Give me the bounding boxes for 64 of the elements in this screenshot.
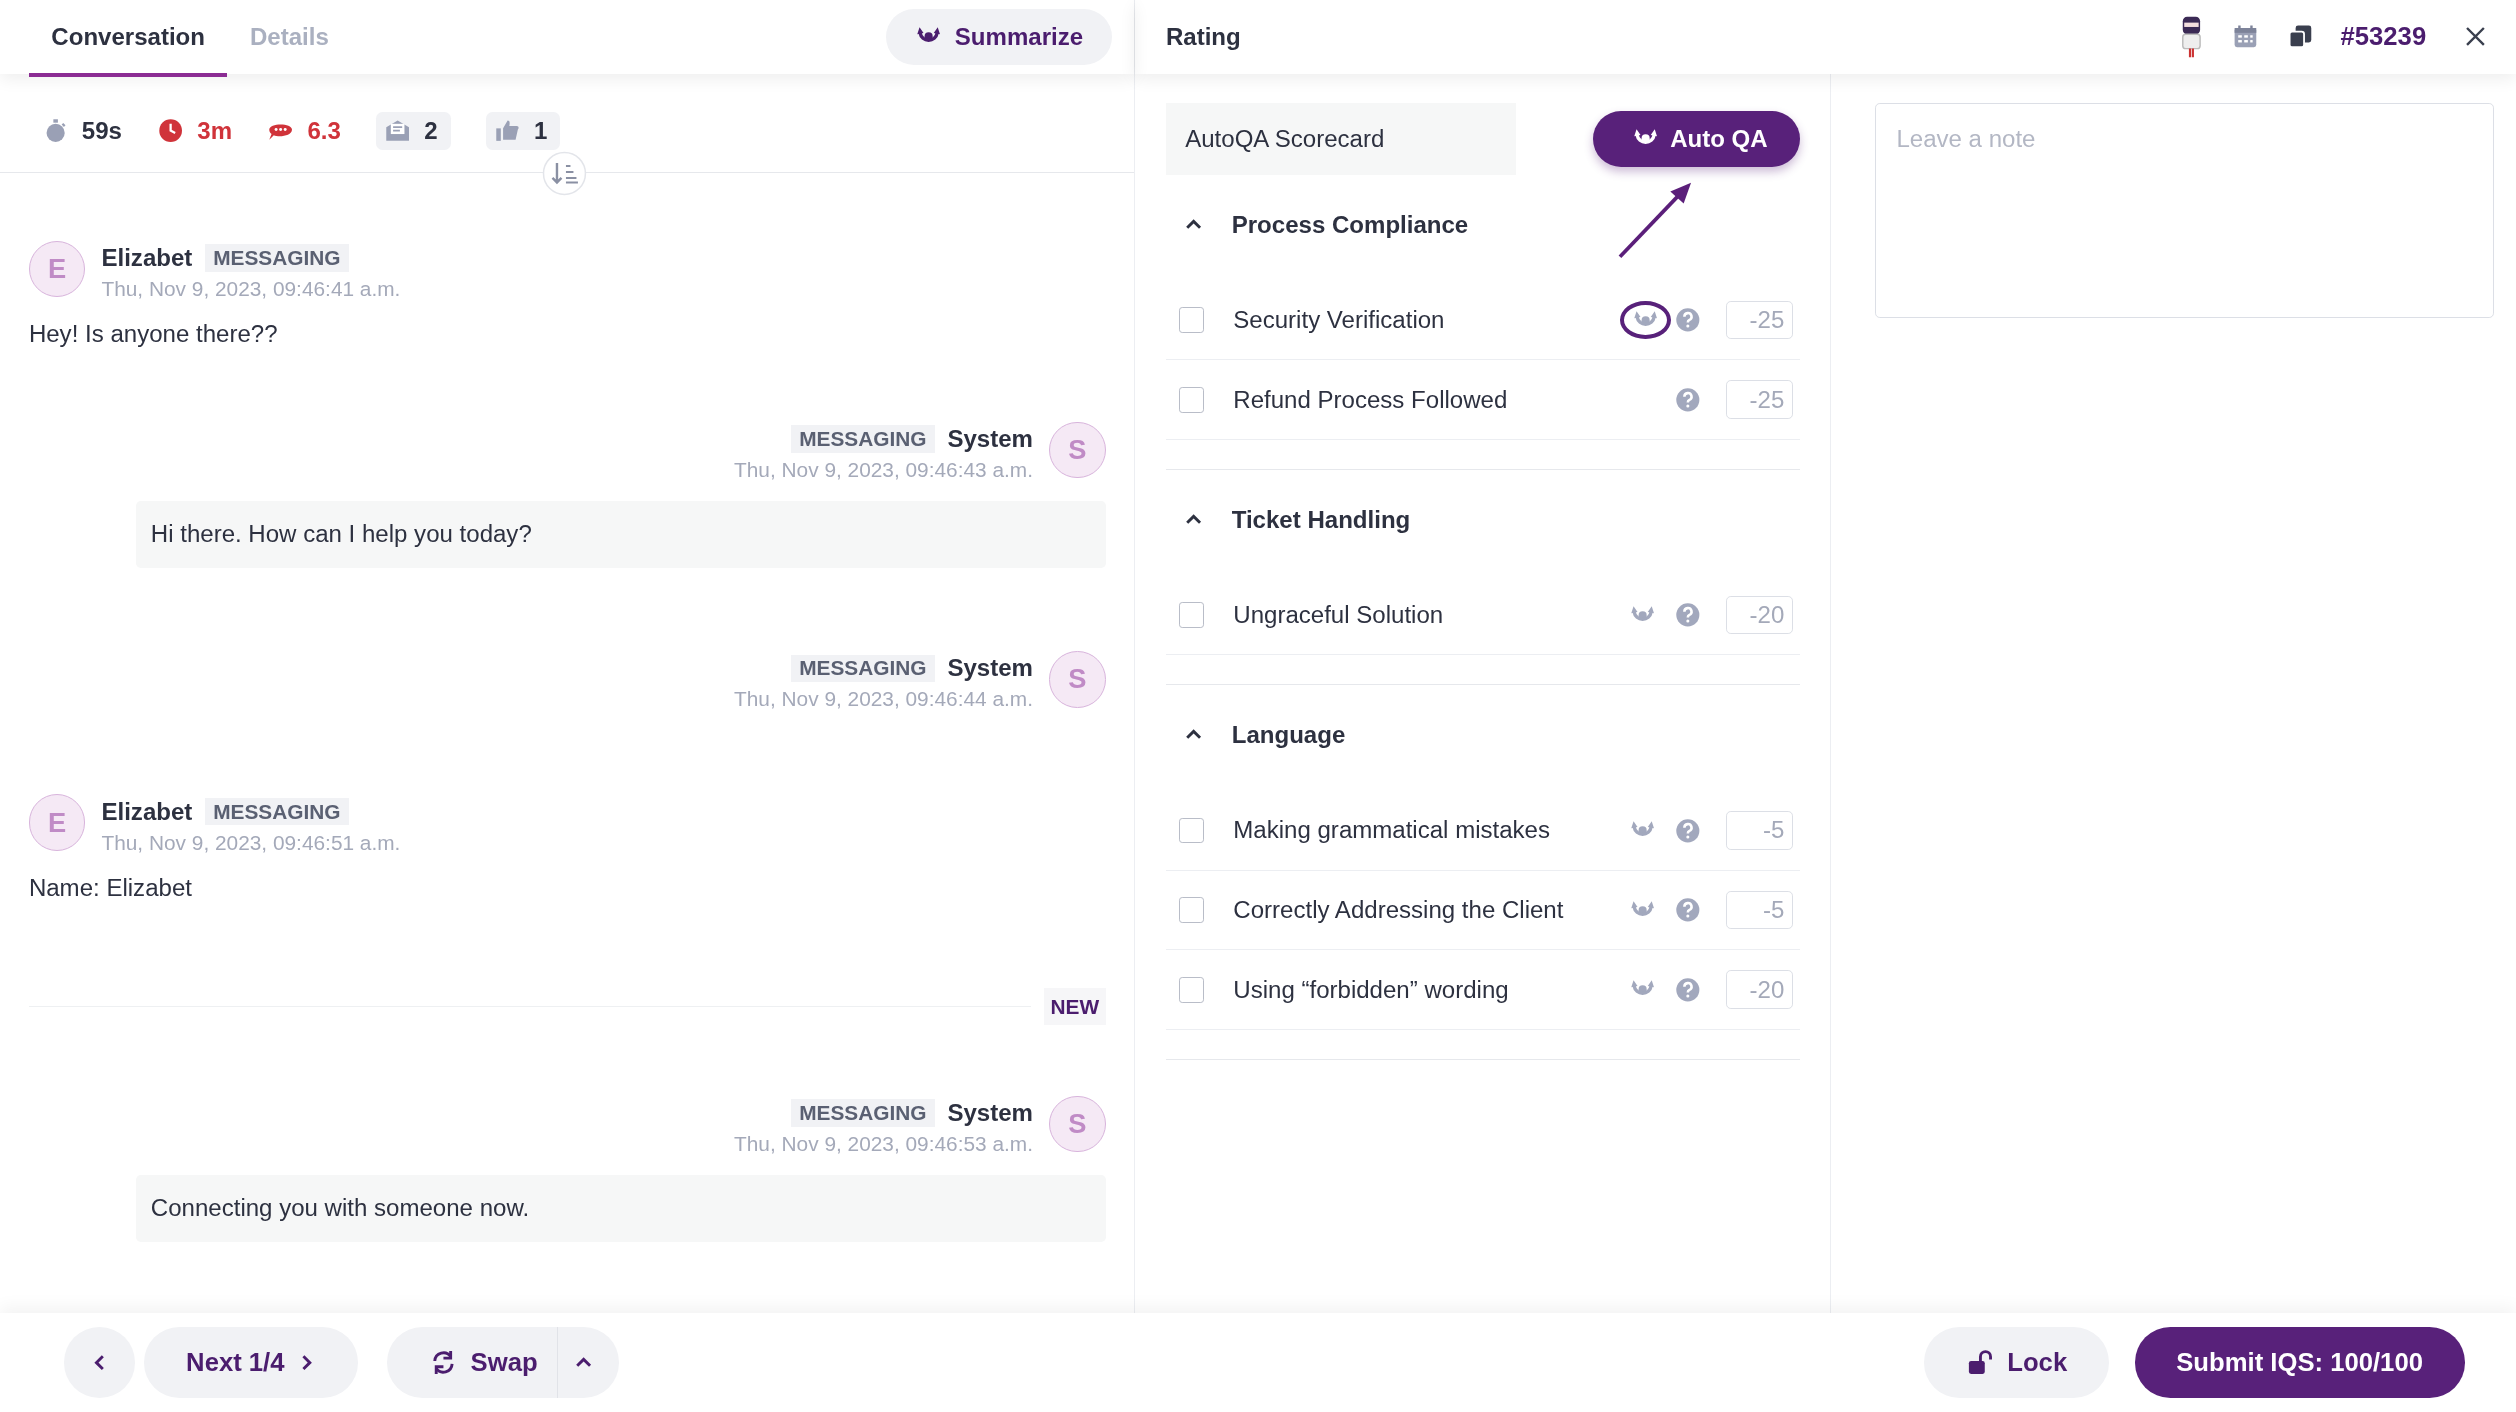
help-icon[interactable] <box>1674 386 1701 413</box>
criterion-label: Using “forbidden” wording <box>1233 975 1510 1004</box>
message-text: Name: Elizabet <box>28 873 193 902</box>
scorecard-select[interactable]: AutoQA Scorecard <box>1165 102 1516 175</box>
help-icon[interactable] <box>1674 817 1701 844</box>
checkbox[interactable] <box>1178 897 1205 923</box>
stat-value: 59s <box>81 117 122 146</box>
timestamp: Thu, Nov 9, 2023, 09:46:53 a.m. <box>734 1131 1033 1156</box>
section-title: Language <box>1231 720 1346 749</box>
checkbox[interactable] <box>1178 386 1205 413</box>
new-badge: NEW <box>1044 988 1106 1026</box>
section-title: Process Compliance <box>1231 210 1469 239</box>
help-icon[interactable] <box>1674 976 1701 1003</box>
timestamp: Thu, Nov 9, 2023, 09:46:44 a.m. <box>734 687 1033 712</box>
checkbox[interactable] <box>1178 307 1205 333</box>
timestamp: Thu, Nov 9, 2023, 09:46:41 a.m. <box>101 276 401 301</box>
criterion-label: Making grammatical mistakes <box>1233 816 1551 845</box>
checkbox[interactable] <box>1178 817 1205 844</box>
timestamp: Thu, Nov 9, 2023, 09:46:51 a.m. <box>101 830 401 855</box>
message-text: Hey! Is anyone there?? <box>28 320 279 349</box>
checkbox[interactable] <box>1178 602 1205 628</box>
criterion-label: Refund Process Followed <box>1233 385 1509 414</box>
summarize-button[interactable]: Summarize <box>885 8 1112 65</box>
channel-badge: MESSAGING <box>791 425 935 453</box>
help-icon[interactable] <box>1674 897 1701 923</box>
help-icon[interactable] <box>1674 307 1701 333</box>
expand-button[interactable] <box>556 1327 619 1398</box>
criterion-label: Correctly Addressing the Client <box>1233 896 1565 925</box>
ticket-number[interactable]: #53239 <box>2340 22 2427 52</box>
swap-button[interactable]: Swap <box>387 1327 557 1398</box>
avatar: E <box>28 240 86 298</box>
criterion-label: Security Verification <box>1233 306 1446 335</box>
author-name: System <box>947 1099 1033 1127</box>
avatar: S <box>1049 1095 1106 1153</box>
criterion-label: Ungraceful Solution <box>1233 601 1445 630</box>
channel-badge: MESSAGING <box>791 654 935 682</box>
help-icon[interactable] <box>1674 602 1701 628</box>
author-name: Elizabet <box>101 243 193 272</box>
auto-qa-button[interactable]: Auto QA <box>1593 110 1800 167</box>
channel-badge: MESSAGING <box>791 1099 935 1127</box>
author-name: Elizabet <box>101 797 193 826</box>
panel-title: Rating <box>1165 22 1241 51</box>
sort-button[interactable] <box>542 150 588 196</box>
message-bubble: Hi there. How can I help you today? <box>136 501 1106 568</box>
lock-button[interactable]: Lock <box>1923 1327 2109 1398</box>
stat-value: 2 <box>424 117 438 146</box>
timestamp: Thu, Nov 9, 2023, 09:46:43 a.m. <box>734 457 1033 482</box>
section-title: Ticket Handling <box>1231 505 1411 534</box>
stat-value: 1 <box>533 117 548 146</box>
channel-badge: MESSAGING <box>205 798 349 826</box>
stat-value: 3m <box>197 117 233 146</box>
checkbox[interactable] <box>1178 976 1205 1003</box>
avatar: S <box>1049 651 1106 708</box>
stat-value: 6.3 <box>307 117 341 146</box>
channel-badge: MESSAGING <box>205 244 349 272</box>
author-name: System <box>947 425 1033 454</box>
avatar: S <box>1049 421 1106 479</box>
avatar: E <box>28 794 86 852</box>
submit-button[interactable]: Submit IQS: 100/100 <box>2134 1327 2465 1398</box>
message-bubble: Connecting you with someone now. <box>136 1175 1106 1242</box>
note-field[interactable]: Leave a note <box>1874 102 2494 318</box>
next-button[interactable]: Next 1/4 <box>144 1327 359 1398</box>
tab[interactable]: Conversation <box>28 0 228 77</box>
author-name: System <box>947 654 1033 683</box>
